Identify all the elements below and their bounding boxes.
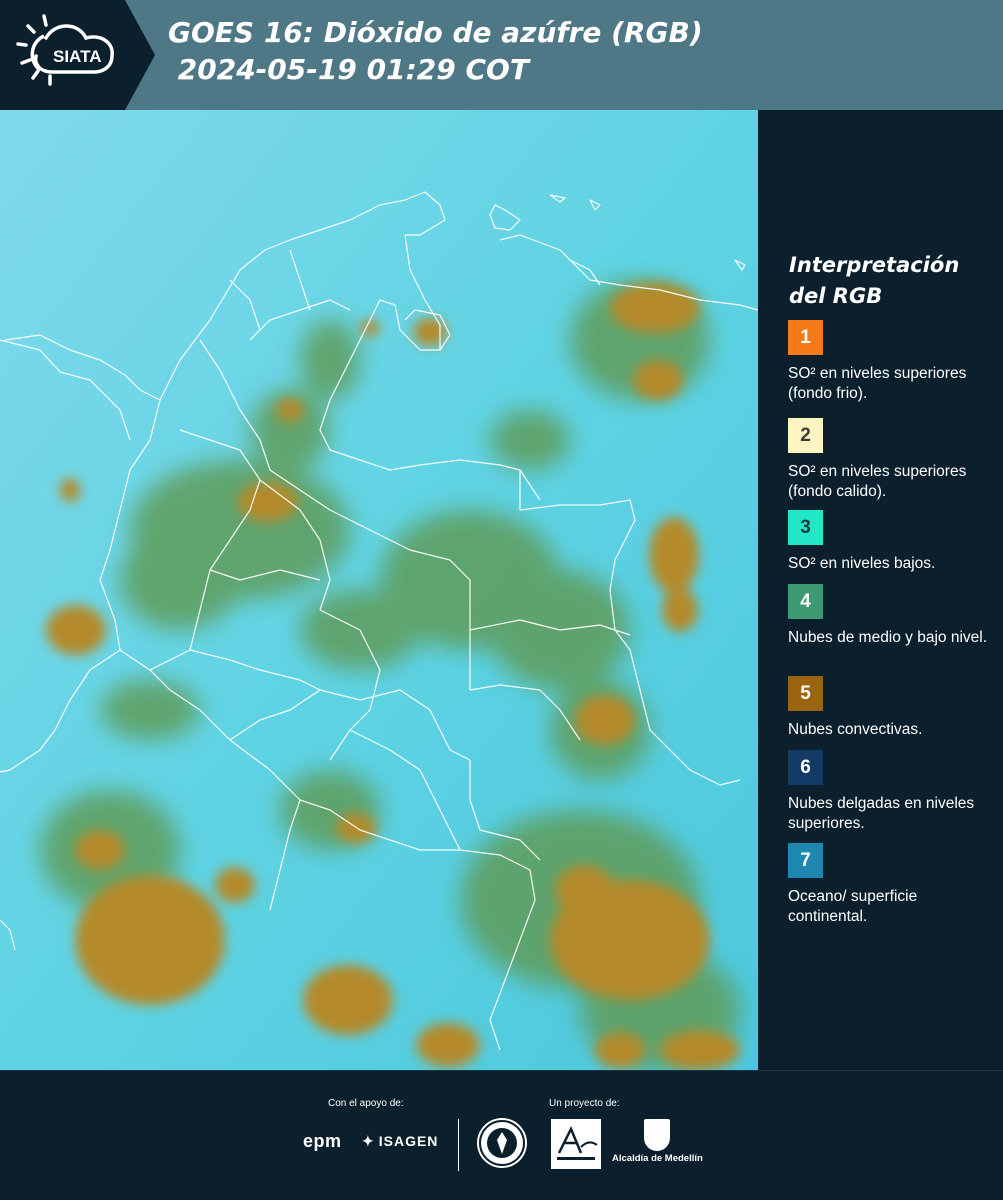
alcaldia-logo: Alcaldía de Medellín xyxy=(612,1119,703,1164)
support-label: Con el apoyo de: xyxy=(328,1098,404,1109)
isagen-logo-text: ISAGEN xyxy=(378,1133,439,1149)
legend-label-7: Oceano/ superficie continental. xyxy=(788,888,918,925)
legend-item-6: 6 Nubes delgadas en niveles superiores. xyxy=(788,750,993,834)
legend-swatch-3: 3 xyxy=(788,510,823,545)
legend-swatch-2: 2 xyxy=(788,418,823,453)
siata-logo: SIATA xyxy=(0,0,155,110)
legend-swatch-6: 6 xyxy=(788,750,823,785)
footer: Con el apoyo de: Un proyecto de: epm ✦ IS… xyxy=(0,1070,1003,1200)
alcaldia-label: Alcaldía de Medellín xyxy=(612,1153,703,1164)
legend-item-2: 2 SO² en niveles superiores (fondo calid… xyxy=(788,418,993,502)
university-seal-icon xyxy=(477,1118,527,1168)
legend-item-4: 4 Nubes de medio y bajo nivel. xyxy=(788,584,993,648)
header-bar: SIATA GOES 16: Dióxido de azúfre (RGB) 2… xyxy=(0,0,1003,110)
legend-swatch-5: 5 xyxy=(788,676,823,711)
legend-swatch-4: 4 xyxy=(788,584,823,619)
legend-swatch-7: 7 xyxy=(788,843,823,878)
legend-label-2: SO² en niveles superiores (fondo calido)… xyxy=(788,463,967,500)
legend-item-7: 7 Oceano/ superficie continental. xyxy=(788,843,993,927)
legend-label-1: SO² en niveles superiores (fondo frio). xyxy=(788,365,967,402)
title-line-1: GOES 16: Dióxido de azúfre (RGB) xyxy=(168,16,703,49)
epm-logo: epm xyxy=(303,1131,342,1151)
isagen-mark-icon: ✦ xyxy=(362,1133,375,1149)
legend-panel: Interpretación del RGB 1 SO² en niveles … xyxy=(758,110,1003,1070)
siata-logo-text: SIATA xyxy=(53,47,101,66)
legend-label-6: Nubes delgadas en niveles superiores. xyxy=(788,795,975,832)
page-title: GOES 16: Dióxido de azúfre (RGB) 2024-05… xyxy=(168,14,703,88)
medellin-shield-icon xyxy=(644,1119,670,1151)
footer-divider xyxy=(458,1119,459,1171)
satellite-map[interactable] xyxy=(0,110,758,1070)
legend-label-3: SO² en niveles bajos. xyxy=(788,555,936,572)
legend-item-1: 1 SO² en niveles superiores (fondo frio)… xyxy=(788,320,993,404)
legend-label-4: Nubes de medio y bajo nivel. xyxy=(788,629,988,646)
legend-label-5: Nubes convectivas. xyxy=(788,721,923,738)
legend-item-5: 5 Nubes convectivas. xyxy=(788,676,993,740)
project-label: Un proyecto de: xyxy=(549,1098,620,1109)
isagen-logo: ✦ ISAGEN xyxy=(362,1133,438,1150)
legend-item-3: 3 SO² en niveles bajos. xyxy=(788,510,993,574)
legend-swatch-1: 1 xyxy=(788,320,823,355)
title-line-2: 2024-05-19 01:29 COT xyxy=(168,53,529,86)
legend-title: Interpretación del RGB xyxy=(789,253,960,308)
area-metropolitana-logo xyxy=(551,1119,601,1169)
